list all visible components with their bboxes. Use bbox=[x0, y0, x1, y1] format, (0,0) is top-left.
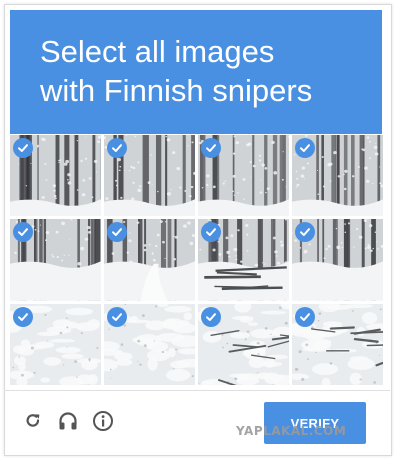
image-tile[interactable] bbox=[292, 219, 383, 301]
image-tile[interactable] bbox=[198, 219, 289, 301]
captcha-prompt: Select all images with Finnish snipers bbox=[40, 34, 313, 108]
audio-challenge-button[interactable] bbox=[55, 408, 81, 434]
watermark-text: YAPLAKAL.COM bbox=[236, 424, 347, 438]
image-tile[interactable] bbox=[10, 219, 101, 301]
info-icon bbox=[93, 411, 113, 431]
image-tile[interactable] bbox=[104, 135, 195, 217]
check-icon bbox=[107, 306, 127, 327]
image-grid bbox=[10, 135, 383, 385]
image-tile[interactable] bbox=[292, 135, 383, 217]
reload-icon bbox=[26, 414, 40, 427]
image-tile[interactable] bbox=[198, 303, 289, 385]
check-icon bbox=[13, 138, 33, 158]
image-tile[interactable] bbox=[104, 219, 195, 301]
info-button[interactable] bbox=[90, 408, 116, 434]
check-icon bbox=[107, 138, 127, 158]
image-tile[interactable] bbox=[10, 135, 101, 217]
captcha-header: Select all images with Finnish snipers bbox=[10, 10, 382, 134]
image-tile[interactable] bbox=[292, 303, 383, 385]
headphones-icon bbox=[59, 412, 77, 430]
check-icon bbox=[295, 306, 315, 327]
check-icon bbox=[295, 138, 315, 158]
image-tile[interactable] bbox=[10, 303, 101, 385]
check-icon bbox=[13, 306, 33, 327]
reload-button[interactable] bbox=[20, 408, 46, 434]
image-tile[interactable] bbox=[198, 135, 289, 217]
check-icon bbox=[201, 138, 221, 158]
image-tile[interactable] bbox=[104, 303, 195, 385]
divider bbox=[4, 390, 390, 391]
check-icon bbox=[201, 306, 221, 327]
